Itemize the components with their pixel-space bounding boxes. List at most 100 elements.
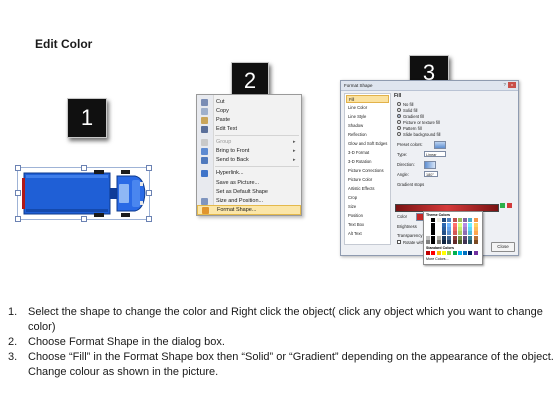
- send-back-icon: [201, 156, 208, 164]
- add-stop-icon[interactable]: [500, 203, 505, 208]
- radio-button[interactable]: [397, 108, 401, 112]
- step-1-badge: 1: [67, 98, 107, 138]
- submenu-arrow-icon: ▸: [293, 139, 296, 145]
- category-line-color[interactable]: Line Color: [346, 104, 389, 112]
- radio-button-selected[interactable]: [397, 114, 401, 118]
- standard-color-swatch[interactable]: [447, 251, 452, 255]
- fill-heading: Fill: [394, 93, 402, 99]
- resize-handle[interactable]: [15, 216, 21, 222]
- color-swatch[interactable]: [436, 239, 441, 244]
- resize-handle[interactable]: [81, 165, 87, 171]
- color-swatch[interactable]: [431, 218, 436, 222]
- standard-color-swatch[interactable]: [452, 251, 457, 255]
- menu-item-send-to-back[interactable]: Send to Back ▸: [197, 155, 301, 165]
- angle-spinner[interactable]: 180°: [424, 171, 438, 177]
- standard-color-swatch[interactable]: [441, 251, 446, 255]
- color-swatch[interactable]: [441, 239, 446, 244]
- edit-text-icon: [201, 125, 208, 133]
- resize-handle[interactable]: [15, 190, 21, 196]
- dialog-close-icon[interactable]: x: [508, 82, 516, 88]
- color-swatch[interactable]: [457, 218, 462, 222]
- color-swatch[interactable]: [468, 218, 473, 222]
- help-icon[interactable]: ?: [503, 82, 506, 87]
- fill-option-slide-background[interactable]: Slide background fill: [397, 131, 440, 137]
- category-fill[interactable]: Fill: [346, 95, 389, 103]
- standard-color-swatch[interactable]: [468, 251, 473, 255]
- resize-handle[interactable]: [146, 216, 152, 222]
- resize-handle[interactable]: [15, 165, 21, 171]
- radio-button[interactable]: [397, 120, 401, 124]
- menu-separator: [215, 135, 299, 136]
- selected-truck-shape[interactable]: [15, 165, 152, 222]
- category-reflection[interactable]: Reflection: [346, 131, 389, 139]
- color-swatch[interactable]: [468, 239, 473, 244]
- color-swatch[interactable]: [457, 239, 462, 244]
- category-shadow[interactable]: Shadow: [346, 122, 389, 130]
- menu-item-format-shape[interactable]: Format Shape...: [197, 205, 301, 215]
- close-button[interactable]: Close: [491, 242, 515, 252]
- theme-colors-label: Theme Colors: [426, 213, 450, 217]
- standard-color-swatch[interactable]: [426, 251, 430, 255]
- radio-button[interactable]: [397, 102, 401, 106]
- standard-color-swatch[interactable]: [457, 251, 462, 255]
- preset-colors-dropdown[interactable]: [434, 141, 446, 149]
- category-text-box[interactable]: Text Box: [346, 221, 389, 229]
- instruction-step: 2. Choose Format Shape in the dialog box…: [8, 336, 225, 348]
- color-swatch[interactable]: [441, 218, 446, 222]
- standard-color-swatch[interactable]: [463, 251, 468, 255]
- category-size[interactable]: Size: [346, 203, 389, 211]
- category-artistic-effects[interactable]: Artistic Effects: [346, 185, 389, 193]
- truck-icon: [22, 170, 146, 217]
- category-3d-format[interactable]: 3-D Format: [346, 149, 389, 157]
- bring-front-icon: [201, 147, 208, 155]
- resize-handle[interactable]: [146, 165, 152, 171]
- remove-stop-icon[interactable]: [507, 203, 512, 208]
- category-picture-color[interactable]: Picture Color: [346, 176, 389, 184]
- standard-color-swatch[interactable]: [436, 251, 441, 255]
- category-crop[interactable]: Crop: [346, 194, 389, 202]
- category-glow[interactable]: Glow and Soft Edges: [346, 140, 389, 148]
- color-swatch[interactable]: [473, 218, 478, 222]
- category-alt-text[interactable]: Alt Text: [346, 230, 389, 238]
- menu-item-hyperlink[interactable]: Hyperlink...: [197, 168, 301, 178]
- standard-color-swatch[interactable]: [473, 251, 478, 255]
- color-swatch[interactable]: [473, 239, 478, 244]
- color-swatch[interactable]: [436, 218, 441, 222]
- radio-button[interactable]: [397, 132, 401, 136]
- checkbox[interactable]: [397, 240, 401, 244]
- angle-label: Angle:: [397, 172, 409, 177]
- menu-separator: [215, 166, 299, 167]
- color-swatch[interactable]: [452, 218, 457, 222]
- category-position[interactable]: Position: [346, 212, 389, 220]
- resize-handle[interactable]: [81, 216, 87, 222]
- page-title: Edit Color: [35, 37, 93, 51]
- color-swatch[interactable]: [447, 239, 452, 244]
- color-swatch[interactable]: [463, 239, 468, 244]
- copy-icon: [201, 107, 208, 115]
- color-swatch[interactable]: [426, 218, 430, 222]
- standard-color-row: [426, 251, 480, 256]
- color-palette-popup: Theme Colors Standard Colors More Colors…: [423, 211, 483, 265]
- hyperlink-icon: [201, 169, 208, 177]
- resize-handle[interactable]: [146, 190, 152, 196]
- color-swatch[interactable]: [463, 218, 468, 222]
- category-line-style[interactable]: Line Style: [346, 113, 389, 121]
- direction-dropdown[interactable]: [424, 161, 436, 169]
- color-swatch[interactable]: [431, 239, 436, 244]
- standard-color-swatch[interactable]: [431, 251, 436, 255]
- color-swatch[interactable]: [426, 239, 430, 244]
- format-shape-icon: [202, 206, 209, 214]
- category-3d-rotation[interactable]: 3-D Rotation: [346, 158, 389, 166]
- transparency-label: Transparency: [397, 233, 423, 238]
- paste-icon: [201, 116, 208, 124]
- menu-item-edit-text[interactable]: Edit Text: [197, 124, 301, 134]
- dialog-title: Format Shape: [344, 83, 373, 88]
- gradient-stops-label: Gradient stops: [397, 182, 425, 187]
- radio-button[interactable]: [397, 126, 401, 130]
- scissors-icon: [201, 98, 208, 106]
- more-colors-link[interactable]: More Colors...: [426, 257, 449, 261]
- type-dropdown[interactable]: Linear: [424, 151, 446, 157]
- color-swatch[interactable]: [452, 239, 457, 244]
- category-picture-corrections[interactable]: Picture Corrections: [346, 167, 389, 175]
- color-swatch[interactable]: [447, 218, 452, 222]
